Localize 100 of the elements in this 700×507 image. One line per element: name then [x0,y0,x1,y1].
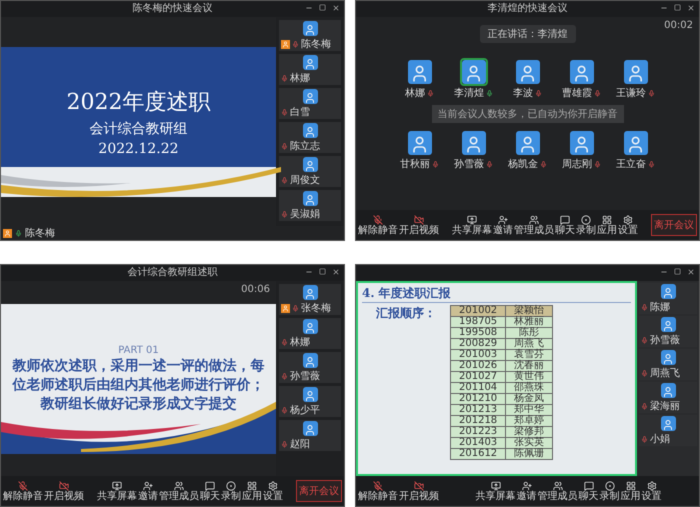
microphone-icon [535,90,542,96]
participant-name: 林娜 [290,337,310,348]
participant-tile[interactable]: 孙雪薇 [639,316,697,347]
video-button[interactable]: 开启视频 [44,480,84,502]
mic-off-icon [373,480,383,490]
host-icon [3,228,12,238]
video-tile[interactable] [622,58,650,86]
table-cell: 梁颖怡 [506,306,553,316]
participant-tile[interactable]: 孙雪薇 [279,352,341,383]
avatar-placeholder [462,130,486,154]
avatar-placeholder [462,60,486,84]
avatar-placeholder [302,353,318,368]
mic-off-icon [18,480,28,490]
share-button[interactable]: 共享屏幕 [97,480,137,502]
leave-meeting-button[interactable]: 离开会议 [296,480,342,502]
leave-meeting-button[interactable]: 离开会议 [651,214,697,236]
window-title: 会计综合教研组述职 [128,267,218,279]
participant-tile[interactable]: 赵阳 [279,420,341,451]
video-tile[interactable] [622,128,650,156]
mic-button[interactable]: 解除静音 [3,480,43,502]
avatar-placeholder [516,60,540,84]
participant-tile[interactable]: 梁海丽 [639,382,697,413]
table-cell: 沈春丽 [506,360,553,372]
invite-button[interactable]: 邀请 [138,480,158,502]
video-button[interactable]: 开启视频 [399,214,439,236]
close-icon[interactable] [332,268,340,276]
close-icon[interactable] [687,4,695,12]
maximize-icon[interactable] [319,4,326,11]
grid-icon [602,214,612,224]
table-cell: 200829 [450,338,506,350]
members-button[interactable]: 管理成员 [538,480,578,502]
participant-name: 张冬梅 [301,303,331,314]
members-button[interactable]: 管理成员 [514,214,554,236]
chat-button[interactable]: 聊天 [555,214,575,236]
participant-name: 周志刚 [562,158,592,170]
participant-tile[interactable]: 杨少平 [279,386,341,417]
table-cell: 张实英 [506,438,553,448]
mic-button[interactable]: 解除静音 [358,214,398,236]
maximize-icon[interactable] [319,268,326,275]
add-person-icon [522,480,532,490]
members-button[interactable]: 管理成员 [159,480,199,502]
participant-tile[interactable]: 张冬梅 [279,284,341,315]
settings-button[interactable]: 设置 [263,480,283,502]
apps-button[interactable]: 应用 [620,480,640,502]
video-tile[interactable] [460,128,488,156]
microphone-icon [641,337,648,344]
screen-share-icon [467,214,477,224]
close-icon[interactable] [332,4,340,12]
video-tile[interactable] [406,128,434,156]
microphone-icon [292,41,299,48]
participant-tile[interactable]: 小娟 [639,415,697,446]
participant-tile[interactable]: 陈冬梅 [279,20,341,51]
participant-name: 周俊文 [290,175,320,186]
apps-button[interactable]: 应用 [242,480,262,502]
table-cell: 201223 [450,426,506,438]
table-cell: 杨金凤 [506,394,553,404]
video-tile[interactable] [406,58,434,86]
record-button[interactable]: 录制 [576,214,596,236]
microphone-icon [648,90,655,96]
settings-button[interactable]: 设置 [618,214,638,236]
chat-button[interactable]: 聊天 [200,480,220,502]
participant-tile[interactable]: 陈立志 [279,122,341,153]
invite-button[interactable]: 邀请 [493,214,513,236]
chat-icon [205,480,215,490]
participant-tile[interactable]: 吴淑娟 [279,190,341,221]
share-button[interactable]: 共享屏幕 [452,214,492,236]
microphone-icon [281,177,288,184]
participant-tile[interactable]: 林娜 [279,54,341,85]
microphone-icon [281,75,288,82]
microphone-icon [641,436,648,443]
video-tile[interactable] [568,128,596,156]
avatar-placeholder [570,60,594,84]
add-person-icon [498,214,508,224]
avatar-placeholder [302,21,318,36]
participant-tile[interactable]: 周燕飞 [639,349,697,380]
record-button[interactable]: 录制 [221,480,241,502]
video-tile[interactable] [514,128,542,156]
video-tile[interactable] [568,58,596,86]
chat-icon [560,214,570,224]
avatar-placeholder [302,285,318,300]
chat-button[interactable]: 聊天 [578,480,598,502]
share-button[interactable]: 共享屏幕 [476,480,516,502]
maximize-icon[interactable] [674,4,681,11]
participant-tile[interactable]: 陈娜 [639,283,697,314]
maximize-icon[interactable] [674,268,681,275]
participant-tile[interactable]: 林娜 [279,318,341,349]
microphone-icon [648,160,655,168]
record-button[interactable]: 录制 [600,480,620,502]
mic-button[interactable]: 解除静音 [358,480,398,502]
invite-button[interactable]: 邀请 [516,480,536,502]
settings-button[interactable]: 设置 [642,480,662,502]
close-icon[interactable] [687,268,695,276]
mic-off-icon [373,214,383,224]
participant-tile[interactable]: 白雪 [279,88,341,119]
apps-button[interactable]: 应用 [597,214,617,236]
video-button[interactable]: 开启视频 [399,480,439,502]
participant-tile[interactable]: 周俊文 [279,156,341,187]
video-tile[interactable] [460,58,488,86]
avatar-placeholder [302,55,318,70]
video-tile[interactable] [514,58,542,86]
